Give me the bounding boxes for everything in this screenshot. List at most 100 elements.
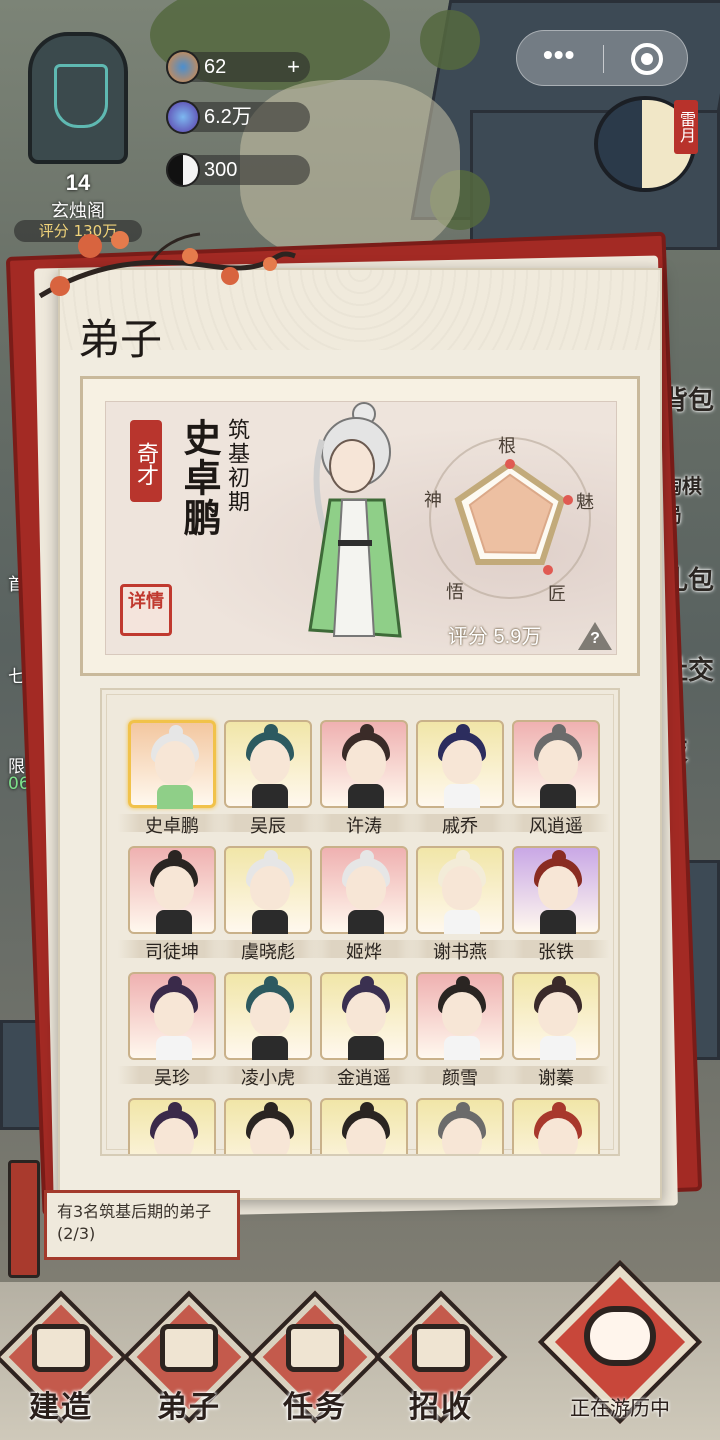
disciple-card[interactable]: 张铁 <box>502 846 610 962</box>
disciple-name: 风逍遥 <box>529 816 583 836</box>
nav-label: 招收 <box>409 1391 473 1424</box>
face <box>154 1118 194 1154</box>
hair-bun <box>456 724 470 738</box>
disciple-avatar <box>320 846 408 934</box>
disciple-avatar <box>224 972 312 1060</box>
sect-level: 14 <box>65 170 91 195</box>
face <box>155 741 195 785</box>
hair-bun <box>264 976 278 990</box>
disciple-card[interactable]: 风逍遥 <box>502 720 610 836</box>
disciple-card[interactable]: 许涛 <box>310 720 418 836</box>
disciple-name: 颜雪 <box>442 1068 478 1088</box>
resource-yinyang[interactable]: 300 <box>166 153 310 187</box>
disciple-avatar <box>416 1098 504 1154</box>
sect-badge-icon <box>28 32 128 164</box>
disciple-name: 凌小虎 <box>241 1068 295 1088</box>
nav-label: 建造 <box>29 1391 93 1424</box>
disciple-avatar <box>320 1098 408 1154</box>
capsule-divider <box>603 45 604 73</box>
disciple-card[interactable]: 吴珍 <box>118 972 226 1088</box>
robe <box>252 784 288 808</box>
hair-bun <box>456 1102 470 1116</box>
miniprogram-capsule[interactable]: ••• <box>516 30 688 86</box>
nav-build[interactable]: 建造 <box>0 1290 128 1424</box>
add-icon[interactable]: + <box>287 52 300 82</box>
featured-score: 评分 5.9万 <box>448 626 542 648</box>
disciple-card[interactable]: 颜雪 <box>406 972 514 1088</box>
disciple-card[interactable] <box>224 1098 312 1154</box>
robe <box>444 1036 480 1060</box>
plum-branch-icon <box>38 231 296 299</box>
day-clock[interactable]: 雷月 <box>594 96 698 192</box>
disciple-card[interactable] <box>320 1098 408 1154</box>
spirit-stone-icon <box>166 50 200 84</box>
sect-emblem[interactable]: 14 玄烛阁 评分 130万 <box>14 20 142 242</box>
robe <box>252 910 288 934</box>
disciple-icon <box>160 1324 218 1372</box>
hair-bun <box>552 850 566 864</box>
travel-button[interactable]: 正在游历中 <box>537 1259 703 1425</box>
disciple-avatar <box>416 720 504 808</box>
robe <box>540 784 576 808</box>
disciple-card[interactable]: 史卓鹏 <box>118 720 226 836</box>
disciple-name: 金逍遥 <box>337 1068 391 1088</box>
disciple-card[interactable]: 吴辰 <box>214 720 322 836</box>
more-menu-icon[interactable]: ••• <box>543 39 575 71</box>
nav-task[interactable]: 任务 <box>248 1290 382 1424</box>
mission-tracker[interactable]: 有3名筑基后期的弟子 (2/3) <box>44 1190 240 1260</box>
disciple-grid[interactable]: 史卓鹏 吴辰 许涛 戚乔 风逍遥司徒坤 虞晓彪 姬烨 谢书燕 张铁吴珍 凌小虎 金逍遥 颜雪 谢蓁 <box>100 688 620 1156</box>
disciple-name: 虞晓彪 <box>241 942 295 962</box>
face <box>346 992 386 1036</box>
disciple-card[interactable] <box>416 1098 504 1154</box>
nav-label: 任务 <box>283 1391 347 1424</box>
disciple-name: 许涛 <box>346 816 382 836</box>
hair-bun <box>360 1102 374 1116</box>
mission-scroll-icon[interactable] <box>8 1160 40 1278</box>
disciple-card[interactable]: 谢蓁 <box>502 972 610 1088</box>
disciple-card[interactable]: 金逍遥 <box>310 972 418 1088</box>
face <box>154 866 194 910</box>
disciple-card[interactable]: 司徒坤 <box>118 846 226 962</box>
hair-bun <box>456 976 470 990</box>
stat-root: 根 <box>498 436 516 456</box>
disciple-name: 谢书燕 <box>433 942 487 962</box>
disciple-card[interactable]: 戚乔 <box>406 720 514 836</box>
hair-bun <box>552 1102 566 1116</box>
face <box>346 740 386 784</box>
featured-rank: 筑基初期 <box>225 418 250 514</box>
nav-recruit[interactable]: 招收 <box>374 1290 508 1424</box>
hair-bun <box>168 850 182 864</box>
hair-bun <box>169 725 183 739</box>
detail-seal-button[interactable]: 详情 <box>120 584 172 636</box>
travel-label: 正在游历中 <box>570 1398 670 1420</box>
disciple-name: 吴辰 <box>250 816 286 836</box>
disciple-card[interactable] <box>128 1098 216 1154</box>
disciple-card[interactable]: 谢书燕 <box>406 846 514 962</box>
hair-bun <box>264 850 278 864</box>
panel-title: 弟子 <box>78 318 163 364</box>
face <box>250 740 290 784</box>
resource-value: 62 <box>204 56 227 78</box>
disciple-avatar <box>320 720 408 808</box>
hair-bun <box>360 724 374 738</box>
robe <box>252 1036 288 1060</box>
face <box>250 1118 290 1154</box>
disciple-card[interactable]: 虞晓彪 <box>214 846 322 962</box>
nav-disciple[interactable]: 弟子 <box>122 1290 256 1424</box>
face <box>346 866 386 910</box>
face <box>442 866 482 910</box>
disciple-name: 谢蓁 <box>538 1068 574 1088</box>
resource-spirit-stone[interactable]: 62 + <box>166 50 310 84</box>
robe <box>348 1036 384 1060</box>
resource-orb[interactable]: 6.2万 <box>166 100 310 134</box>
close-target-icon[interactable] <box>631 43 663 75</box>
disciple-avatar <box>416 972 504 1060</box>
yin-yang-icon <box>166 153 200 187</box>
mission-text: 有3名筑基后期的弟子 <box>57 1202 212 1221</box>
disciple-card[interactable] <box>512 1098 600 1154</box>
disciple-card[interactable]: 姬烨 <box>310 846 418 962</box>
disciple-name: 吴珍 <box>154 1068 190 1088</box>
disciple-card[interactable]: 凌小虎 <box>214 972 322 1088</box>
disciple-name: 司徒坤 <box>145 942 199 962</box>
recruit-card-icon <box>412 1324 470 1372</box>
